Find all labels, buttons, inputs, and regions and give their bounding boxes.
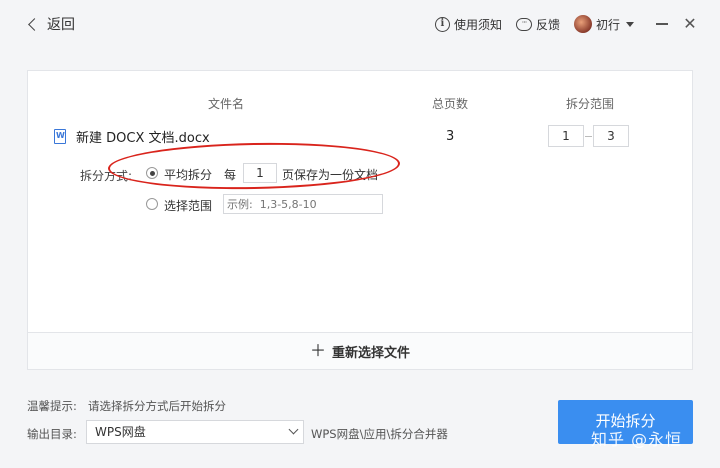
output-dir-label: 输出目录: <box>27 427 77 441</box>
select-range-label[interactable]: 选择范围 <box>164 197 212 214</box>
save-suffix-label: 页保存为一份文档 <box>282 168 379 182</box>
file-row: 新建 DOCX 文档.docx <box>54 127 210 146</box>
feedback-button[interactable]: ··· 反馈 <box>515 16 560 33</box>
avatar <box>573 15 592 33</box>
info-circle-icon: i <box>434 16 450 32</box>
title-bar-actions: i 使用须知 ··· 反馈 初行 ✕ <box>434 12 720 36</box>
usage-notice-button[interactable]: i 使用须知 <box>434 16 502 33</box>
range-to-input[interactable]: 3 <box>593 125 629 147</box>
user-menu[interactable]: 初行 <box>573 15 634 33</box>
radio-even-split[interactable] <box>146 167 158 179</box>
watermark: 知乎 @永恒 <box>591 430 683 449</box>
output-path: WPS网盘\应用\拆分合并器 <box>311 427 448 441</box>
column-header-pages: 总页数 <box>432 97 469 111</box>
range-input[interactable] <box>223 194 383 214</box>
every-label: 每 <box>224 168 237 182</box>
tip-label: 温馨提示: <box>27 399 77 413</box>
radio-select-range[interactable] <box>146 198 158 210</box>
back-label: 返回 <box>47 17 75 33</box>
back-button[interactable]: 返回 <box>28 14 75 34</box>
range-separator <box>585 136 592 137</box>
file-panel: 文件名 总页数 拆分范围 新建 DOCX 文档.docx 3 1 3 拆分方式:… <box>27 70 693 370</box>
output-dir-select[interactable]: WPS网盘 <box>86 420 304 444</box>
output-dir-value: WPS网盘 <box>95 425 146 439</box>
plus-icon: ＋ <box>309 341 326 360</box>
feedback-label: 反馈 <box>535 17 560 32</box>
column-header-filename: 文件名 <box>208 97 245 111</box>
word-doc-icon <box>54 129 66 144</box>
page-count: 3 <box>446 129 455 144</box>
minimize-icon <box>656 23 668 25</box>
chat-bubble-icon: ··· <box>515 17 532 31</box>
reselect-file-button[interactable]: ＋ 重新选择文件 <box>28 332 692 369</box>
range-from-input[interactable]: 1 <box>548 125 584 147</box>
pages-per-doc-input[interactable]: 1 <box>243 163 277 183</box>
tip-text: 请选择拆分方式后开始拆分 <box>88 399 226 413</box>
minimize-button[interactable] <box>648 12 676 36</box>
even-split-label[interactable]: 平均拆分 <box>164 166 212 183</box>
close-button[interactable]: ✕ <box>676 12 704 36</box>
user-name: 初行 <box>595 17 620 32</box>
usage-notice-label: 使用须知 <box>453 17 502 32</box>
chevron-left-icon <box>28 18 41 31</box>
column-header-range: 拆分范围 <box>566 97 615 111</box>
caret-down-icon <box>626 21 634 27</box>
close-icon: ✕ <box>683 14 697 33</box>
split-mode-label: 拆分方式: <box>80 169 133 183</box>
chevron-down-icon <box>288 424 299 435</box>
file-name: 新建 DOCX 文档.docx <box>76 131 210 146</box>
title-bar: 返回 i 使用须知 ··· 反馈 初行 ✕ <box>0 0 720 48</box>
reselect-label: 重新选择文件 <box>332 345 411 361</box>
